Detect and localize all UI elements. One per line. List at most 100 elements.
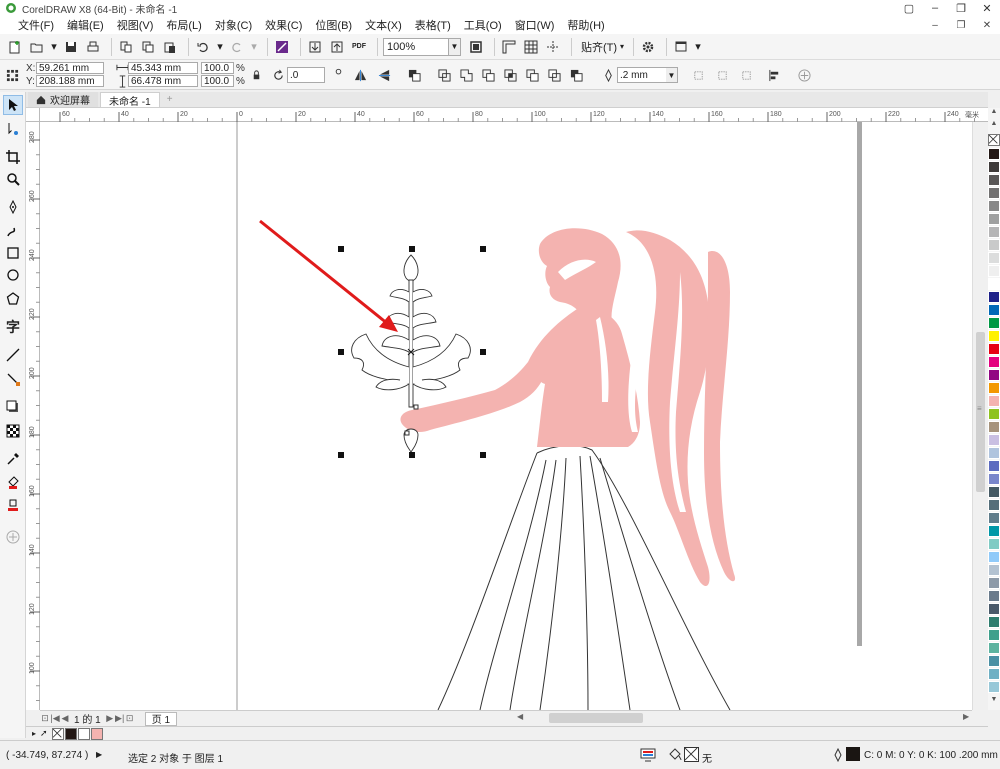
palette-swatch[interactable] <box>988 421 1000 433</box>
palette-swatch[interactable] <box>988 291 1000 303</box>
menu-table[interactable]: 表格(T) <box>415 17 451 33</box>
palette-swatch[interactable] <box>988 629 1000 641</box>
palette-swatch[interactable] <box>988 681 1000 693</box>
fill-bucket-icon[interactable] <box>668 747 682 763</box>
add-quick-customize-icon[interactable] <box>796 67 812 83</box>
node-marker[interactable] <box>404 430 410 436</box>
redo-icon[interactable] <box>228 38 246 56</box>
add-page-before-icon[interactable]: ⊡ <box>40 713 50 724</box>
transparency-tool-icon[interactable] <box>3 421 23 441</box>
wrap-text-icon[interactable] <box>690 67 706 83</box>
palette-swatch[interactable] <box>988 590 1000 602</box>
launcher-dropdown-icon[interactable]: ▾ <box>694 38 702 56</box>
doc-minimize-button[interactable]: – <box>922 16 948 34</box>
palette-swatch[interactable] <box>988 538 1000 550</box>
palette-swatch[interactable] <box>988 577 1000 589</box>
print-icon[interactable] <box>84 38 102 56</box>
menu-effects[interactable]: 效果(C) <box>265 17 302 33</box>
outline-width-dropdown-icon[interactable]: ▼ <box>666 67 678 83</box>
cut-icon[interactable] <box>117 38 135 56</box>
palette-swatch[interactable] <box>988 252 1000 264</box>
add-tab-button[interactable]: + <box>162 92 178 107</box>
outline-color-swatch[interactable] <box>846 747 860 761</box>
palette-swatch[interactable] <box>988 551 1000 563</box>
palette-swatch[interactable] <box>988 343 1000 355</box>
width-field[interactable]: 45.343 mm <box>128 62 198 74</box>
palette-swatch[interactable] <box>988 239 1000 251</box>
menu-file[interactable]: 文件(F) <box>18 17 54 33</box>
back-minus-front-icon[interactable] <box>568 67 584 83</box>
full-screen-icon[interactable] <box>467 38 485 56</box>
palette-swatch[interactable] <box>988 486 1000 498</box>
object-origin-icon[interactable] <box>4 67 20 83</box>
palette-swatch[interactable] <box>988 668 1000 680</box>
show-grid-icon[interactable] <box>522 38 540 56</box>
palette-swatch[interactable] <box>988 642 1000 654</box>
text-tool-icon[interactable]: 字 <box>3 317 23 337</box>
artistic-media-tool-icon[interactable] <box>3 221 23 241</box>
front-minus-back-icon[interactable] <box>546 67 562 83</box>
menu-object[interactable]: 对象(C) <box>215 17 252 33</box>
add-page-after-icon[interactable]: ⊡ <box>125 713 135 724</box>
palette-swatch[interactable] <box>988 525 1000 537</box>
menu-bitmap[interactable]: 位图(B) <box>315 17 352 33</box>
mirror-vertical-icon[interactable] <box>376 67 392 83</box>
menu-view[interactable]: 视图(V) <box>117 17 154 33</box>
search-content-icon[interactable] <box>273 38 291 56</box>
doc-palette-menu-icon[interactable]: ▸ <box>32 729 36 738</box>
palette-swatch[interactable] <box>988 382 1000 394</box>
palette-swatch[interactable] <box>988 161 1000 173</box>
connector-tool-icon[interactable] <box>3 369 23 389</box>
menu-help[interactable]: 帮助(H) <box>567 17 604 33</box>
undo-icon[interactable] <box>194 38 212 56</box>
palette-swatch[interactable] <box>988 356 1000 368</box>
show-guidelines-icon[interactable] <box>544 38 562 56</box>
weld-icon[interactable] <box>458 67 474 83</box>
y-position-field[interactable]: 208.188 mm <box>36 75 104 87</box>
palette-swatch[interactable] <box>988 395 1000 407</box>
outline-width-field[interactable]: .2 mm <box>617 67 667 83</box>
horizontal-scroll-thumb[interactable] <box>549 713 643 723</box>
eyedropper-tool-icon[interactable] <box>3 449 23 469</box>
rotation-angle-field[interactable]: .0 <box>287 67 325 83</box>
zoom-dropdown-icon[interactable]: ▼ <box>449 37 461 56</box>
parallel-dimension-tool-icon[interactable] <box>3 345 23 365</box>
scroll-left-icon[interactable]: ◀ <box>517 712 523 721</box>
open-dropdown-icon[interactable]: ▾ <box>50 38 58 56</box>
zoom-level-field[interactable]: 100% <box>383 37 449 56</box>
palette-scroll-up-icon[interactable]: ▲ <box>988 108 1000 118</box>
palette-scroll-up-more-icon[interactable]: ▲ <box>988 120 1000 130</box>
smart-fill-tool-icon[interactable] <box>3 495 23 515</box>
scale-width-field[interactable]: 100.0 <box>201 62 234 74</box>
zoom-tool-icon[interactable] <box>3 169 23 189</box>
palette-swatch[interactable] <box>988 460 1000 472</box>
menu-window[interactable]: 窗口(W) <box>515 17 555 33</box>
page-tab-1[interactable]: 页 1 <box>144 711 178 726</box>
status-expand-icon[interactable]: ▶ <box>96 750 102 759</box>
tab-document[interactable]: 未命名 -1 <box>100 92 160 108</box>
angel-figure[interactable] <box>400 228 736 587</box>
freehand-tool-icon[interactable] <box>3 197 23 217</box>
rectangle-tool-icon[interactable] <box>3 243 23 263</box>
palette-swatch[interactable] <box>988 512 1000 524</box>
doc-close-button[interactable]: ✕ <box>974 16 1000 34</box>
palette-swatch[interactable] <box>988 226 1000 238</box>
align-distribute-icon[interactable] <box>766 67 782 83</box>
x-position-field[interactable]: 59.261 mm <box>36 62 104 74</box>
fill-none-swatch[interactable] <box>684 747 699 762</box>
intersect-icon[interactable] <box>502 67 518 83</box>
doc-swatch-black[interactable] <box>64 727 77 740</box>
scroll-right-icon[interactable]: ▶ <box>963 712 969 721</box>
drawing-canvas[interactable] <box>40 122 972 710</box>
vertical-scrollbar[interactable]: ≡ <box>972 122 988 710</box>
combine-icon[interactable] <box>436 67 452 83</box>
new-document-icon[interactable] <box>6 38 24 56</box>
interactive-fill-tool-icon[interactable] <box>3 473 23 493</box>
palette-swatch[interactable] <box>988 200 1000 212</box>
menu-text[interactable]: 文本(X) <box>365 17 402 33</box>
palette-swatch[interactable] <box>988 408 1000 420</box>
undo-dropdown-icon[interactable]: ▾ <box>216 38 224 56</box>
horizontal-ruler[interactable]: 60 40 20 0 20 40 60 80 100 120 140 160 180 200 220 240 毫… <box>40 108 988 122</box>
doc-swatch-white[interactable] <box>77 727 90 740</box>
doc-palette-eyedropper-icon[interactable]: ➚ <box>40 728 48 739</box>
